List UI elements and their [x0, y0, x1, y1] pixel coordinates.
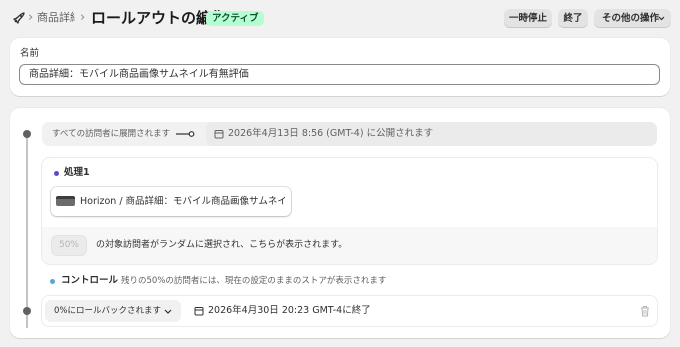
end-button[interactable]: 終了: [558, 9, 588, 28]
status-badge: アクティブ: [206, 11, 265, 26]
breadcrumb-parent-link[interactable]: 商品詳細：モバイル商品画像サムネイル有無評価: [37, 11, 75, 25]
percentage-input[interactable]: 50%: [51, 235, 87, 256]
transition-arrow-icon: [176, 131, 195, 137]
pause-button[interactable]: 一時停止: [504, 9, 552, 28]
chevron-down-icon: [658, 16, 665, 21]
more-actions-label: その他の操作: [602, 13, 660, 24]
name-label: 名前: [20, 48, 40, 59]
calendar-icon[interactable]: [194, 306, 204, 316]
publish-date-text: 2026年4月13日 8:56 (GMT-4) に公開されます: [228, 128, 434, 139]
breadcrumb-separator: ›: [28, 10, 34, 25]
trash-icon[interactable]: [640, 305, 650, 317]
rollback-option: 0%にロールバックされます: [54, 306, 161, 316]
timeline-line: [26, 134, 28, 328]
timeline-end-dot: [23, 307, 31, 315]
name-card: 名前 商品詳細：モバイル商品画像サムネイル有無評価: [10, 38, 670, 96]
theme-name: Horizon / 商品詳細：モバイル商品画像サムネイル有無評価: [80, 196, 285, 207]
end-date-text[interactable]: 2026年4月30日 20:23 GMT-4に終了: [208, 304, 371, 317]
breadcrumb-separator: ›: [80, 10, 86, 25]
timeline-start-dot: [23, 130, 31, 138]
control-description: 残りの50%の訪問者には、現在の設定のままのストアが表示されます: [121, 276, 387, 286]
end-row: 0%にロールバックされます 2026年4月30日 20:23 GMT-4に終了: [42, 296, 657, 326]
publish-date-field[interactable]: 2026年4月13日 8:56 (GMT-4) に公開されます: [206, 122, 657, 146]
expand-label: すべての訪問者に展開されます: [52, 129, 171, 139]
rollback-select[interactable]: 0%にロールバックされます: [45, 300, 181, 322]
page-header: › 商品詳細：モバイル商品画像サムネイル有無評価 › ロールアウトの編集 アクテ…: [0, 0, 680, 36]
start-row: すべての訪問者に展開されます 2026年4月13日 8:56 (GMT-4) に…: [42, 122, 657, 146]
treatment-dot: [54, 171, 59, 176]
theme-card[interactable]: Horizon / 商品詳細：モバイル商品画像サムネイル有無評価: [51, 187, 291, 216]
control-dot: [50, 279, 55, 284]
treatment-title: 処理1: [64, 167, 90, 178]
more-actions-button[interactable]: その他の操作: [594, 9, 671, 28]
treatment-box: 処理1 Horizon / 商品詳細：モバイル商品画像サムネイル有無評価 50%…: [42, 158, 657, 264]
theme-thumbnail: [56, 196, 75, 206]
control-title: コントロール: [61, 275, 119, 286]
timeline-card: すべての訪問者に展開されます 2026年4月13日 8:56 (GMT-4) に…: [10, 108, 670, 338]
chevron-down-icon: [164, 309, 172, 314]
calendar-icon: [214, 130, 224, 139]
name-input[interactable]: 商品詳細：モバイル商品画像サムネイル有無評価: [19, 64, 660, 85]
treatment-allocation: 50% の対象訪問者がランダムに選択され、こちらが表示されます。: [42, 227, 657, 264]
rollout-icon[interactable]: [12, 11, 26, 25]
percentage-description: の対象訪問者がランダムに選択され、こちらが表示されます。: [96, 240, 348, 250]
